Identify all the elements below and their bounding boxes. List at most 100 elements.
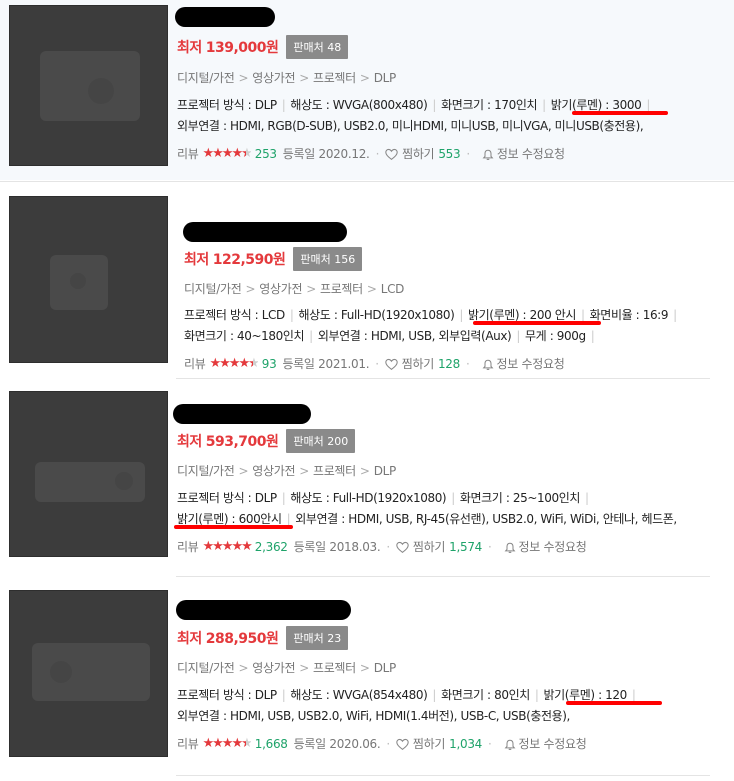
meta-row: 리뷰 ★★★★★ 1,668 등록일 2020.06. · 찜하기 1,034 ·… xyxy=(177,735,587,752)
spec-item: 해상도 : Full-HD(1920x1080) xyxy=(298,308,455,322)
product-card: 최저 593,700원 판매처 200 디지털/가전 > 영상가전 > 프로젝터 > DLP … xyxy=(0,380,734,575)
category-link[interactable]: 영상가전 xyxy=(259,282,302,296)
registration-date: 등록일 2020.12. xyxy=(282,147,370,161)
rating-stars: ★★★★★ xyxy=(202,539,252,554)
spec-line: 프로젝터 방식 : LCD | 해상도 : Full-HD(1920x1080) | 밝… xyxy=(184,308,677,322)
lowest-price[interactable]: 최저 593,700원 xyxy=(177,431,279,451)
heart-icon xyxy=(396,541,409,554)
edit-request-link[interactable]: 정보 수정요청 xyxy=(498,538,587,555)
category-link[interactable]: 프로젝터 xyxy=(313,464,356,478)
category-link[interactable]: 영상가전 xyxy=(252,464,295,478)
divider xyxy=(176,378,710,379)
spec-item-brightness: 밝기(루멘) : 120 xyxy=(543,688,628,702)
breadcrumb: 디지털/가전 > 영상가전 > 프로젝터 > DLP xyxy=(177,661,397,675)
product-thumbnail[interactable] xyxy=(9,196,168,363)
category-link[interactable]: 디지털/가전 xyxy=(177,661,235,675)
seller-count-button[interactable]: 판매처 48 xyxy=(286,35,349,59)
spec-item: 해상도 : WVGA(854x480) xyxy=(290,688,428,702)
heart-icon xyxy=(385,358,398,371)
review-label: 리뷰 xyxy=(177,737,199,751)
review-label: 리뷰 xyxy=(177,147,199,161)
spec-line: 외부연결 : HDMI, RGB(D-SUB), USB2.0, 미니HDMI,… xyxy=(177,117,644,134)
spec-item: 화면크기 : 80인치 xyxy=(441,688,530,702)
spec-item: 외부연결 : HDMI, RGB(D-SUB), USB2.0, 미니HDMI,… xyxy=(177,119,644,133)
registration-date: 등록일 2018.03. xyxy=(293,540,381,554)
category-link[interactable]: 프로젝터 xyxy=(320,282,363,296)
review-count[interactable]: 1,668 xyxy=(255,737,288,751)
edit-request-link[interactable]: 정보 수정요청 xyxy=(498,735,587,752)
spec-item: 해상도 : WVGA(800x480) xyxy=(290,98,428,112)
category-link[interactable]: DLP xyxy=(374,71,397,85)
spec-line: 화면크기 : 40~180인치 | 외부연결 : HDMI, USB, 외부입력(A… xyxy=(184,329,595,343)
rating-stars: ★★★★★ xyxy=(202,736,252,751)
product-card: 최저 122,590원 판매처 156 디지털/가전 > 영상가전 > 프로젝터 > LCD … xyxy=(0,182,734,374)
price-row: 최저 122,590원 판매처 156 xyxy=(184,247,363,271)
spec-item: 외부연결 : HDMI, USB, USB2.0, WiFi, HDMI(1.4… xyxy=(177,709,570,723)
meta-row: 리뷰 ★★★★★ 2,362 등록일 2018.03. · 찜하기 1,574 ·… xyxy=(177,538,587,555)
zzim-button[interactable]: 찜하기 1,034 xyxy=(396,735,482,752)
category-link[interactable]: 프로젝터 xyxy=(313,71,356,85)
spec-item: 프로젝터 방식 : LCD xyxy=(184,308,285,322)
category-link[interactable]: DLP xyxy=(374,661,397,675)
product-card: 최저 139,000원 판매처 48 디지털/가전 > 영상가전 > 프로젝터 > DLP 프… xyxy=(0,0,734,180)
lowest-price[interactable]: 최저 139,000원 xyxy=(177,37,279,57)
seller-count-button[interactable]: 판매처 200 xyxy=(286,429,356,453)
category-link[interactable]: 영상가전 xyxy=(252,661,295,675)
spec-line: 외부연결 : HDMI, USB, USB2.0, WiFi, HDMI(1.4… xyxy=(177,707,570,724)
divider xyxy=(176,576,710,577)
seller-count-button[interactable]: 판매처 23 xyxy=(286,626,349,650)
spec-item: 해상도 : Full-HD(1920x1080) xyxy=(290,491,447,505)
category-link[interactable]: 프로젝터 xyxy=(313,661,356,675)
divider xyxy=(176,775,710,776)
price-row: 최저 139,000원 판매처 48 xyxy=(177,35,349,59)
spec-item: 화면크기 : 40~180인치 xyxy=(184,329,305,343)
review-count[interactable]: 253 xyxy=(255,147,277,161)
category-link[interactable]: 디지털/가전 xyxy=(184,282,242,296)
highlight-underline xyxy=(572,111,668,115)
product-card: 최저 288,950원 판매처 23 디지털/가전 > 영상가전 > 프로젝터 > DLP 프… xyxy=(0,578,734,778)
zzim-button[interactable]: 찜하기 128 xyxy=(385,355,460,372)
category-link[interactable]: DLP xyxy=(374,464,397,478)
breadcrumb: 디지털/가전 > 영상가전 > 프로젝터 > LCD xyxy=(184,282,405,296)
meta-row: 리뷰 ★★★★★ 93 등록일 2021.01. · 찜하기 128 · 정보 수… xyxy=(184,355,565,372)
seller-count-button[interactable]: 판매처 156 xyxy=(293,247,363,271)
zzim-button[interactable]: 찜하기 553 xyxy=(385,145,461,162)
rating-stars: ★★★★★ xyxy=(209,356,259,371)
product-thumbnail[interactable] xyxy=(9,590,168,757)
product-thumbnail[interactable] xyxy=(9,391,168,557)
bell-icon xyxy=(504,542,515,553)
redacted-product-name[interactable] xyxy=(183,222,347,242)
redacted-product-name[interactable] xyxy=(176,600,351,620)
bell-icon xyxy=(504,739,515,750)
review-count[interactable]: 93 xyxy=(262,357,277,371)
highlight-underline xyxy=(174,525,293,529)
price-row: 최저 593,700원 판매처 200 xyxy=(177,429,356,453)
category-link[interactable]: 디지털/가전 xyxy=(177,464,235,478)
registration-date: 등록일 2020.06. xyxy=(293,737,381,751)
spec-item: 화면크기 : 25~100인치 xyxy=(459,491,581,505)
breadcrumb: 디지털/가전 > 영상가전 > 프로젝터 > DLP xyxy=(177,71,397,85)
product-thumbnail[interactable] xyxy=(9,5,168,166)
redacted-product-name[interactable] xyxy=(175,7,275,27)
zzim-button[interactable]: 찜하기 1,574 xyxy=(396,538,482,555)
spec-item: 프로젝터 방식 : DLP xyxy=(177,491,277,505)
spec-item: 화면크기 : 170인치 xyxy=(441,98,538,112)
edit-request-link[interactable]: 정보 수정요청 xyxy=(476,355,565,372)
lowest-price[interactable]: 최저 288,950원 xyxy=(177,628,279,648)
spec-item: 외부연결 : HDMI, USB, RJ-45(유선랜), USB2.0, Wi… xyxy=(295,512,677,526)
heart-icon xyxy=(385,148,398,161)
redacted-product-name[interactable] xyxy=(173,404,311,424)
heart-icon xyxy=(396,738,409,751)
category-link[interactable]: 영상가전 xyxy=(252,71,295,85)
spec-item-brightness: 밝기(루멘) : 3000 xyxy=(550,98,642,112)
category-link[interactable]: LCD xyxy=(381,282,405,296)
category-link[interactable]: 디지털/가전 xyxy=(177,71,235,85)
edit-request-link[interactable]: 정보 수정요청 xyxy=(476,145,565,162)
lowest-price[interactable]: 최저 122,590원 xyxy=(184,249,286,269)
bell-icon xyxy=(482,359,493,370)
price-row: 최저 288,950원 판매처 23 xyxy=(177,626,349,650)
review-count[interactable]: 2,362 xyxy=(255,540,288,554)
rating-stars: ★★★★★ xyxy=(202,146,252,161)
spec-item: 외부연결 : HDMI, USB, 외부입력(Aux) xyxy=(317,329,512,343)
highlight-underline xyxy=(473,321,601,325)
